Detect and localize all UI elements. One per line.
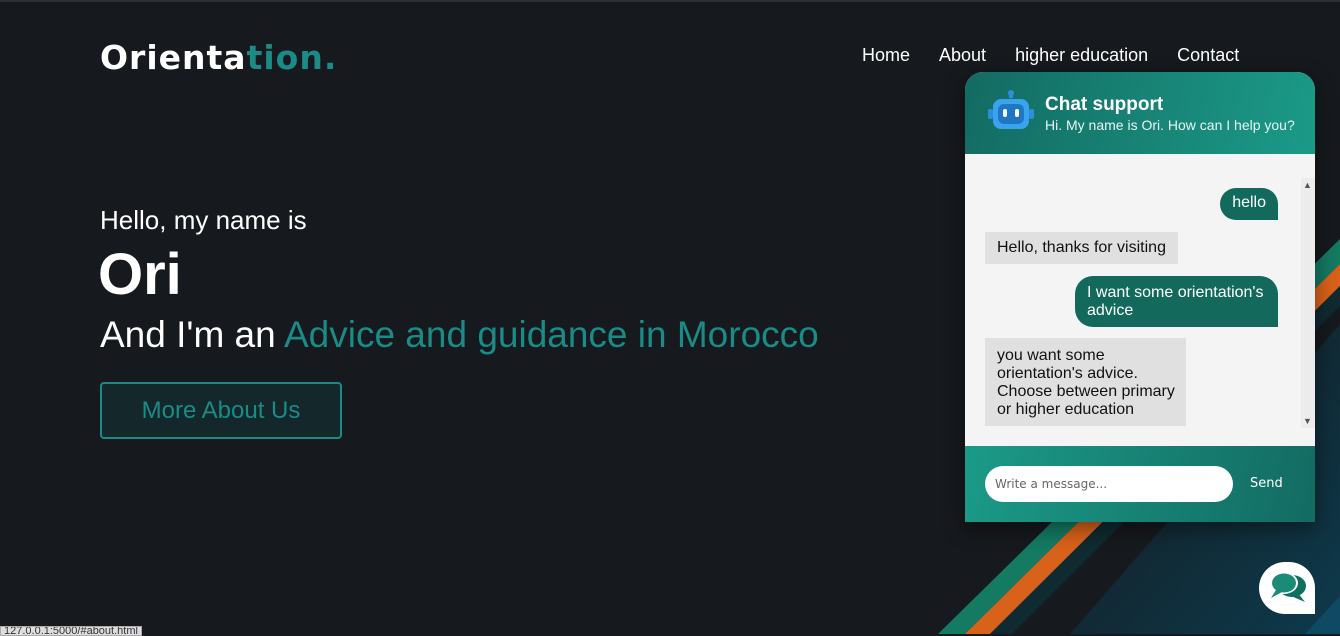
status-bar-url: 127.0.0.1:5000/#about.html	[0, 626, 142, 636]
nav-contact-link[interactable]: Contact	[1177, 45, 1239, 66]
chat-header: Chat support Hi. My name is Ori. How can…	[965, 72, 1315, 154]
logo-accent-text: tion.	[246, 38, 338, 77]
hero-name: Ori	[98, 242, 182, 307]
chat-scrollbar[interactable]: ▲ ▼	[1301, 178, 1315, 428]
send-button[interactable]: Send	[1250, 476, 1283, 491]
scroll-up-icon[interactable]: ▲	[1303, 180, 1312, 190]
scroll-down-icon[interactable]: ▼	[1303, 416, 1312, 426]
nav-higher-education-link[interactable]: higher education	[1015, 45, 1148, 66]
chat-toggle-button[interactable]	[1259, 562, 1315, 614]
site-logo[interactable]: Orientation.	[100, 38, 337, 77]
chat-messages[interactable]: hello Hello, thanks for visiting I want …	[965, 154, 1315, 446]
top-strip	[0, 0, 1340, 2]
nav-about-link[interactable]: About	[939, 45, 986, 66]
hero-role: And I'm an Advice and guidance in Morocc…	[100, 314, 819, 356]
hero-greeting: Hello, my name is	[100, 205, 307, 235]
more-about-us-button[interactable]: More About Us	[100, 382, 342, 439]
hero-role-prefix: And I'm an	[100, 314, 276, 355]
chat-message-user: hello	[1220, 188, 1278, 220]
chat-title: Chat support	[1045, 94, 1164, 115]
chat-subtitle: Hi. My name is Ori. How can I help you?	[1045, 117, 1295, 133]
chat-message-input[interactable]	[985, 466, 1233, 502]
nav-home-link[interactable]: Home	[862, 45, 910, 66]
chat-message-bot: you want some orientation's advice. Choo…	[985, 338, 1186, 426]
logo-main-text: Orienta	[100, 38, 247, 77]
chat-bubbles-icon	[1270, 572, 1306, 602]
chat-message-user: I want some orientation's advice	[1075, 276, 1278, 327]
chat-message-bot: Hello, thanks for visiting	[985, 232, 1178, 264]
main-nav: Home About higher education Contact	[862, 45, 1239, 66]
chat-support-panel: Chat support Hi. My name is Ori. How can…	[965, 72, 1315, 522]
chat-footer: Send	[965, 446, 1315, 522]
hero-role-highlight: Advice and guidance in Morocco	[283, 314, 819, 355]
robot-icon	[988, 90, 1034, 129]
